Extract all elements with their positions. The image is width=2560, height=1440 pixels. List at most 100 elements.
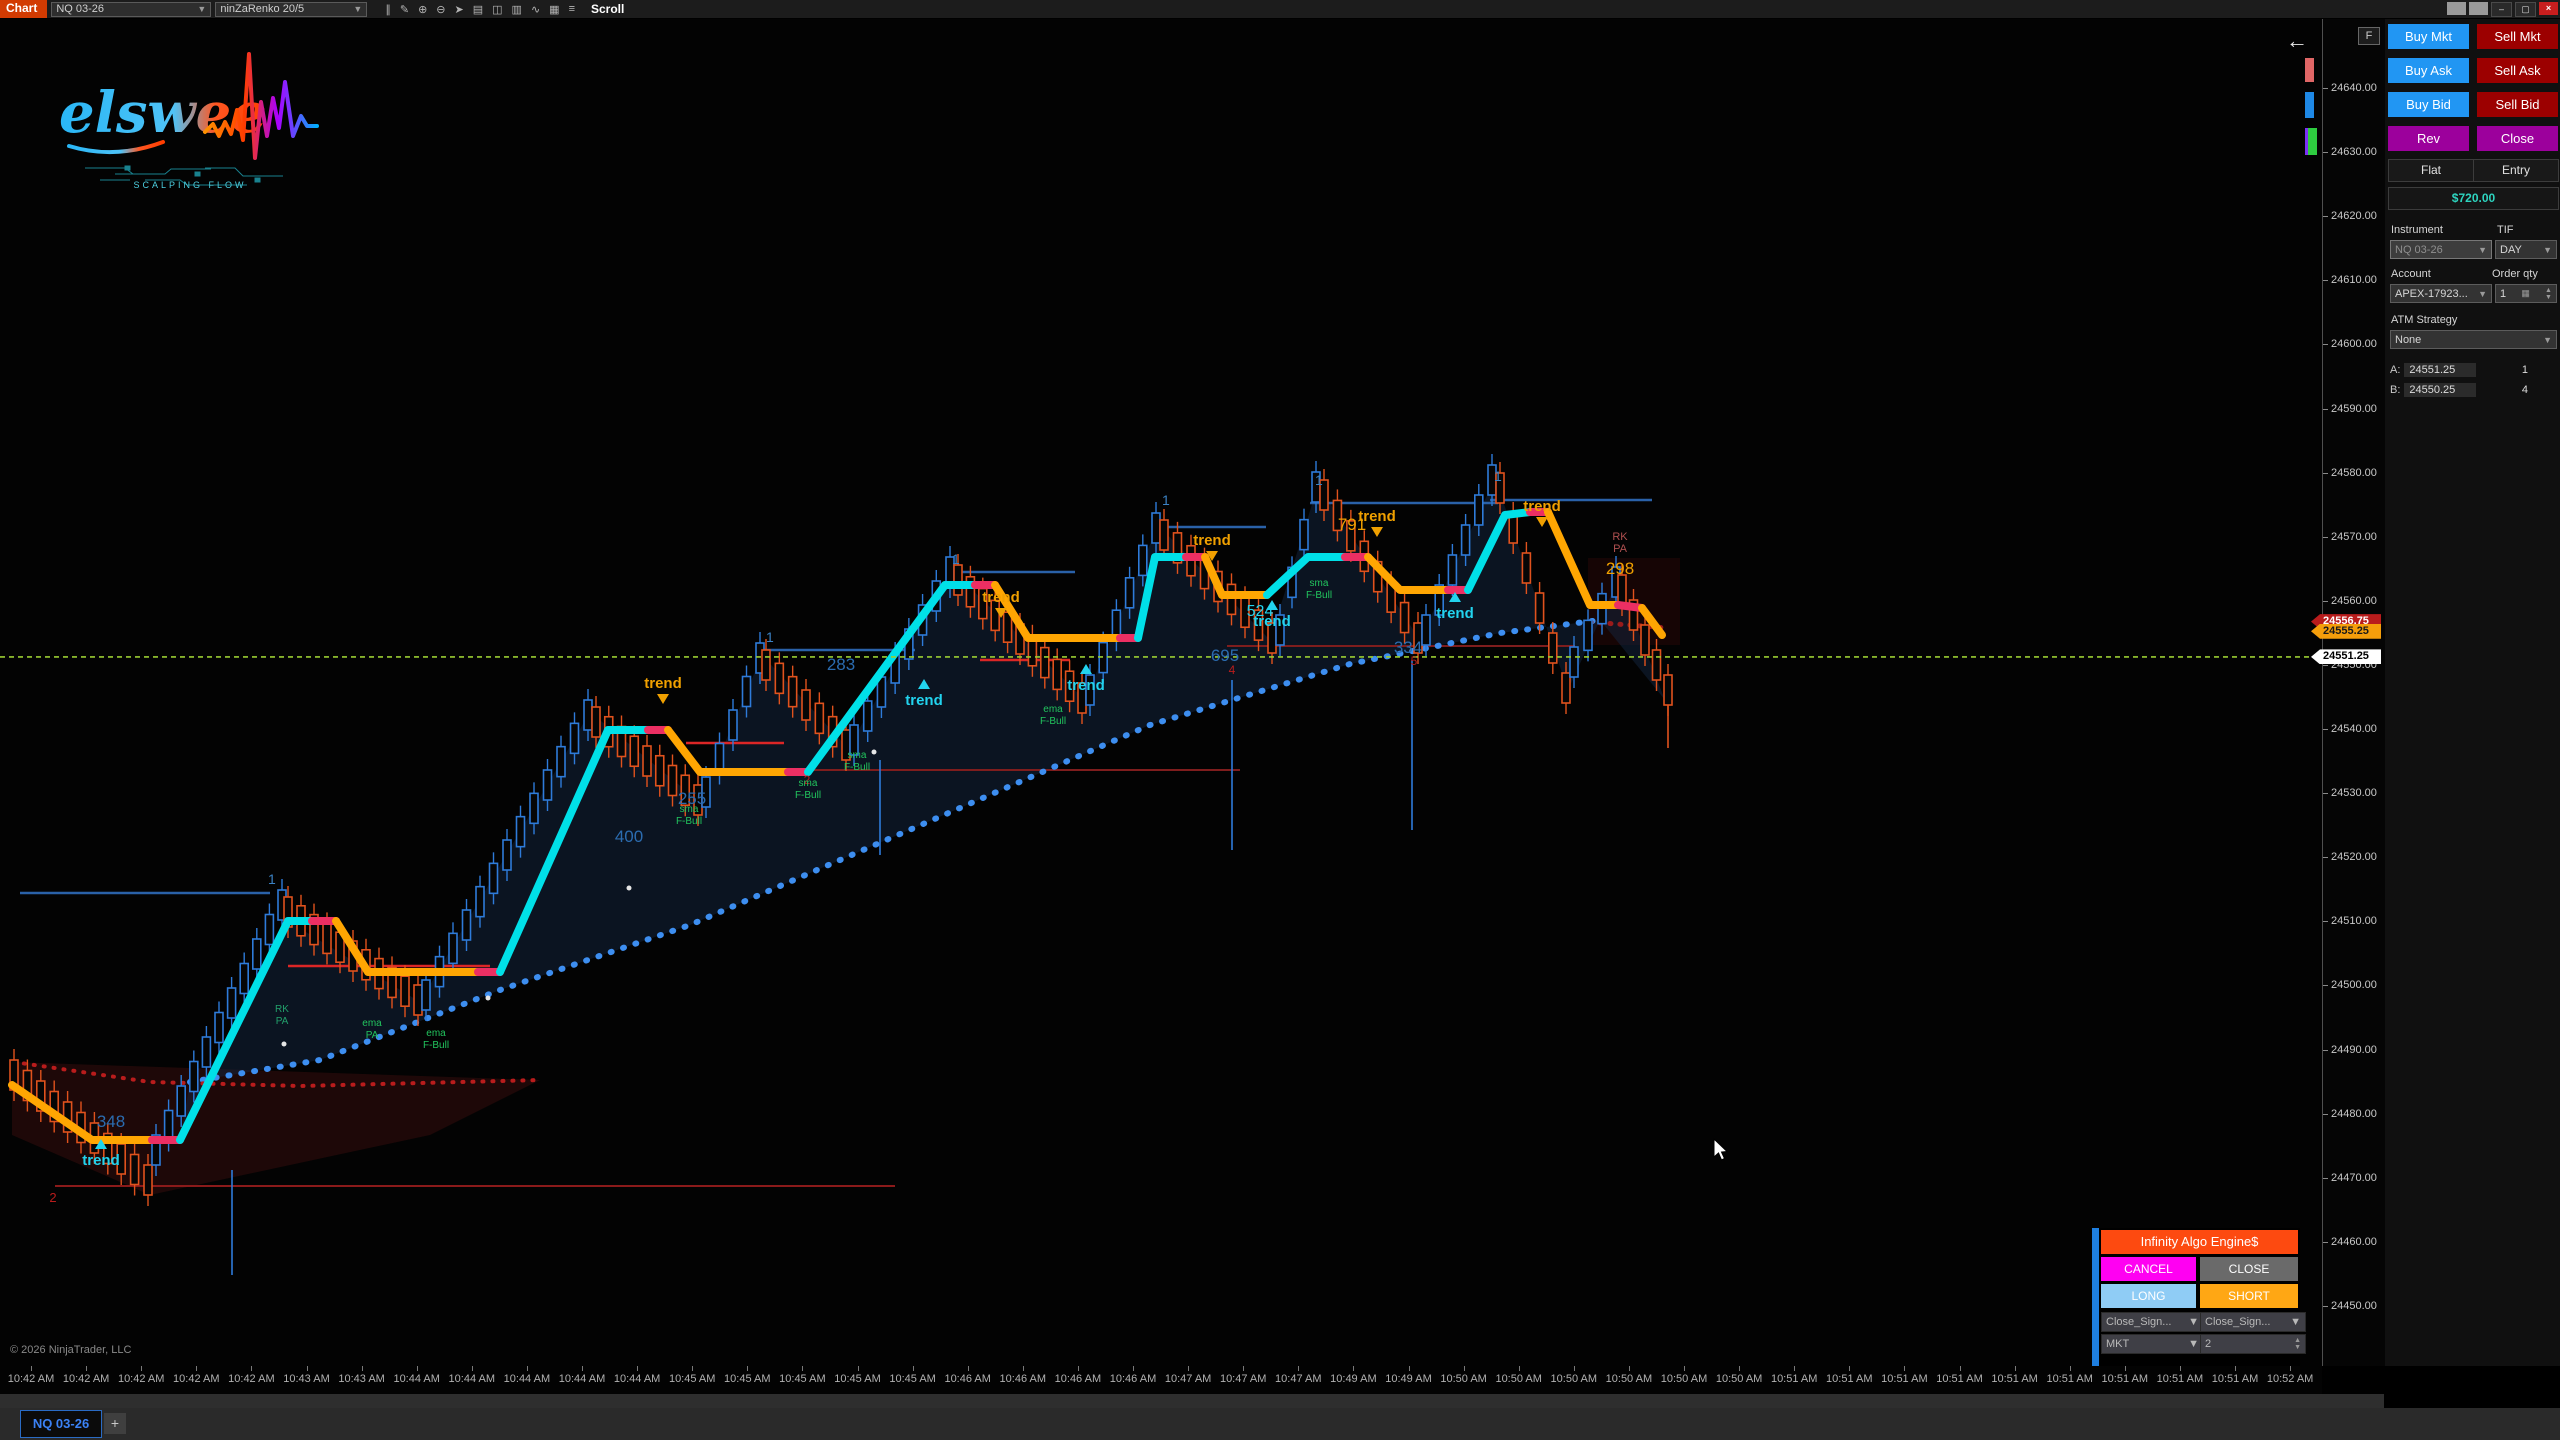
price-axis-label: 24500.00 — [2331, 979, 2377, 991]
fixed-scale-button[interactable]: F — [2358, 27, 2380, 45]
toolbar: Chart NQ 03-26 ▼ ninZaRenko 20/5 ▼ ∥ ✎ ⊕ ⊖ ➤… — [0, 0, 2560, 19]
chart-trader-icon[interactable]: ◫ — [492, 3, 502, 16]
svg-text:400: 400 — [615, 827, 643, 846]
time-axis-label: 10:49 AM — [1385, 1373, 1431, 1385]
svg-text:F-Bull: F-Bull — [1040, 716, 1066, 727]
price-tick — [2323, 665, 2328, 666]
calculator-icon[interactable]: ▦ — [2521, 288, 2530, 299]
time-axis-label: 10:42 AM — [8, 1373, 54, 1385]
account-select-value: APEX-17923... — [2395, 288, 2468, 300]
close-button[interactable]: CLOSE — [2200, 1257, 2298, 1281]
time-tick — [1243, 1366, 1244, 1371]
price-axis-label: 24520.00 — [2331, 851, 2377, 863]
account-select[interactable]: APEX-17923... ▼ — [2390, 284, 2492, 303]
time-tick — [251, 1366, 252, 1371]
instrument-field[interactable]: NQ 03-26 ▼ — [2390, 240, 2492, 259]
period-select-value: ninZaRenko 20/5 — [220, 3, 304, 15]
buy-bid-button[interactable]: Buy Bid — [2388, 92, 2469, 117]
sell-bid-button[interactable]: Sell Bid — [2477, 92, 2558, 117]
properties-icon[interactable]: ≡ — [569, 3, 575, 16]
short-button[interactable]: SHORT — [2200, 1284, 2298, 1308]
bid-row: B: 24550.25 4 — [2390, 383, 2556, 397]
add-tab-button[interactable]: + — [104, 1413, 126, 1434]
spinner-arrows-icon[interactable]: ▲▼ — [2294, 1337, 2301, 1351]
window-button-1[interactable] — [2447, 2, 2466, 15]
tab-bar: NQ 03-26 + — [0, 1408, 2560, 1440]
time-tick — [141, 1366, 142, 1371]
time-axis-label: 10:45 AM — [834, 1373, 880, 1385]
minimize-button[interactable]: – — [2491, 2, 2512, 17]
chevron-down-icon: ▼ — [197, 3, 206, 15]
time-axis-label: 10:45 AM — [779, 1373, 825, 1385]
time-tick — [692, 1366, 693, 1371]
svg-text:348: 348 — [97, 1112, 125, 1131]
svg-text:RK: RK — [1612, 531, 1628, 543]
close-signal-select-right[interactable]: Close_Sign... ▼ — [2200, 1312, 2306, 1332]
qty-stepper[interactable]: 1 ▦ ▲▼ — [2495, 284, 2557, 303]
close-signal-select-left[interactable]: Close_Sign... ▼ — [2101, 1312, 2204, 1332]
buy-mkt-button[interactable]: Buy Mkt — [2388, 24, 2469, 49]
svg-text:ema: ema — [426, 1028, 446, 1039]
time-tick — [1409, 1366, 1410, 1371]
close-signal-left-value: Close_Sign... — [2106, 1316, 2171, 1328]
horizontal-scrollbar[interactable] — [0, 1394, 2384, 1408]
svg-text:trend: trend — [1523, 498, 1561, 515]
price-axis-label: 24630.00 — [2331, 146, 2377, 158]
time-axis-label: 10:51 AM — [2212, 1373, 2258, 1385]
account-label: Account — [2391, 268, 2431, 280]
tab-nq-03-26[interactable]: NQ 03-26 — [20, 1410, 102, 1438]
grid-icon[interactable]: ▦ — [549, 3, 559, 16]
atm-strategy-select[interactable]: None ▼ — [2390, 330, 2557, 349]
flat-button[interactable]: Flat — [2389, 160, 2473, 181]
bid-size: 4 — [2522, 384, 2528, 396]
chart-menu-button[interactable]: Chart — [0, 0, 47, 18]
rev-button[interactable]: Rev — [2388, 126, 2469, 151]
time-axis-label: 10:51 AM — [1991, 1373, 2037, 1385]
zoom-in-icon[interactable]: ⊕ — [418, 3, 427, 16]
long-button[interactable]: LONG — [2101, 1284, 2196, 1308]
close-button[interactable]: × — [2539, 2, 2558, 15]
algo-qty-stepper[interactable]: 2 ▲▼ — [2200, 1334, 2306, 1354]
tif-select-value: DAY — [2500, 244, 2522, 256]
period-select[interactable]: ninZaRenko 20/5 ▼ — [215, 2, 367, 17]
draw-icon[interactable]: ✎ — [400, 3, 409, 16]
instrument-select[interactable]: NQ 03-26 ▼ — [51, 2, 211, 17]
chart-style-icon[interactable]: ∥ — [385, 3, 391, 16]
data-box-icon[interactable]: ▤ — [473, 3, 483, 16]
time-tick — [1298, 1366, 1299, 1371]
svg-text:1: 1 — [1162, 492, 1170, 508]
buy-ask-button[interactable]: Buy Ask — [2388, 58, 2469, 83]
svg-text:ema: ema — [362, 1018, 382, 1029]
time-axis[interactable]: 10:42 AM10:42 AM10:42 AM10:42 AM10:42 AM… — [0, 1366, 2322, 1394]
chart-area[interactable]: 111111trendtrendtrendtrendtrendtrendtren… — [0, 18, 2322, 1366]
chevron-down-icon: ▼ — [2478, 289, 2487, 299]
zoom-out-icon[interactable]: ⊖ — [436, 3, 445, 16]
indicator-strip-blue — [2305, 92, 2314, 118]
drawing-tools-icon[interactable]: ∿ — [531, 3, 540, 16]
price-axis[interactable]: 24640.0024630.0024620.0024610.0024600.00… — [2322, 18, 2386, 1366]
sell-ask-button[interactable]: Sell Ask — [2477, 58, 2558, 83]
bid-prefix: B: — [2390, 384, 2400, 396]
window-button-2[interactable] — [2469, 2, 2488, 15]
time-axis-label: 10:42 AM — [118, 1373, 164, 1385]
cancel-button[interactable]: CANCEL — [2101, 1257, 2196, 1281]
time-tick — [1684, 1366, 1685, 1371]
tif-select[interactable]: DAY ▼ — [2495, 240, 2557, 259]
time-axis-label: 10:44 AM — [559, 1373, 605, 1385]
sell-mkt-button[interactable]: Sell Mkt — [2477, 24, 2558, 49]
ask-prefix: A: — [2390, 364, 2400, 376]
restore-button[interactable]: ▢ — [2515, 2, 2536, 17]
indicators-icon[interactable]: ▥ — [512, 3, 522, 16]
price-marker-24555.25: 24555.25 — [2311, 624, 2381, 639]
cursor-icon[interactable]: ➤ — [455, 3, 464, 16]
chevron-down-icon: ▼ — [353, 3, 362, 15]
spinner-arrows-icon[interactable]: ▲▼ — [2545, 287, 2552, 301]
price-tick — [2323, 473, 2328, 474]
order-type-select[interactable]: MKT ▼ — [2101, 1334, 2204, 1354]
entry-button[interactable]: Entry — [2473, 160, 2558, 181]
time-axis-label: 10:43 AM — [283, 1373, 329, 1385]
close-button[interactable]: Close — [2477, 126, 2558, 151]
time-tick — [968, 1366, 969, 1371]
pan-back-arrow-icon[interactable]: ← — [2286, 28, 2308, 54]
price-axis-label: 24470.00 — [2331, 1172, 2377, 1184]
